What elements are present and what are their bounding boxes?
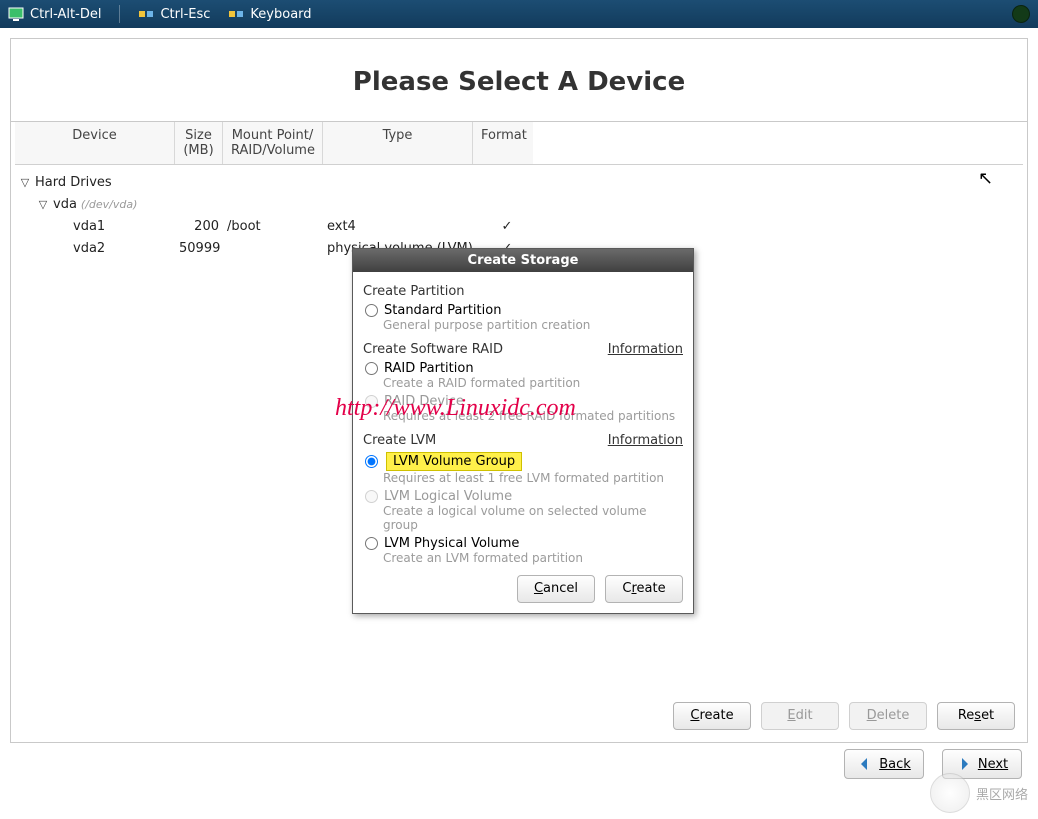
device-table: Device Size (MB) Mount Point/ RAID/Volum… <box>11 122 1027 259</box>
table-headers: Device Size (MB) Mount Point/ RAID/Volum… <box>15 122 1023 165</box>
radio-raid-partition[interactable]: RAID Partition <box>365 361 683 376</box>
radio-subtext: General purpose partition creation <box>383 318 683 332</box>
keys-icon <box>228 6 244 22</box>
watermark-label: 黑区网络 <box>976 784 1028 803</box>
next-label: Next <box>978 757 1008 772</box>
information-link[interactable]: Information <box>608 433 683 448</box>
back-label: Back <box>879 757 911 772</box>
section-label: Create Partition <box>363 284 465 299</box>
radio-subtext: Create a RAID formated partition <box>383 376 683 390</box>
arrow-left-icon <box>857 756 873 772</box>
arrow-right-icon <box>956 756 972 772</box>
radio-standard-partition[interactable]: Standard Partition <box>365 303 683 318</box>
information-link[interactable]: Information <box>608 342 683 357</box>
separator <box>119 5 120 23</box>
radio-label: LVM Volume Group <box>386 452 522 471</box>
monitor-icon <box>8 6 24 22</box>
col-type[interactable]: Type <box>323 122 473 164</box>
radio-raid-device: RAID Device <box>365 394 683 409</box>
tree-label: vda <box>53 197 77 212</box>
dialog-title: Create Storage <box>353 249 693 272</box>
col-mount[interactable]: Mount Point/ RAID/Volume <box>223 122 323 164</box>
keys-icon <box>138 6 154 22</box>
col-size[interactable]: Size (MB) <box>175 122 223 164</box>
col-format[interactable]: Format <box>473 122 533 164</box>
radio-input[interactable] <box>365 362 378 375</box>
section-create-raid: Create Software RAID Information <box>363 336 683 357</box>
edit-button: Edit <box>761 702 839 730</box>
vm-toolbar: Ctrl-Alt-Del Ctrl-Esc Keyboard <box>0 0 1038 28</box>
cancel-button[interactable]: Cancel <box>517 575 595 603</box>
dialog-buttons: Cancel Create <box>363 575 683 603</box>
radio-input[interactable] <box>365 537 378 550</box>
radio-input[interactable] <box>365 304 378 317</box>
page-title: Please Select A Device <box>11 39 1027 122</box>
partition-size: 200 <box>179 219 227 234</box>
expander-icon[interactable]: ▽ <box>19 176 31 189</box>
radio-label: RAID Device <box>384 394 464 409</box>
create-storage-dialog: Create Storage Create Partition Standard… <box>352 248 694 614</box>
radio-lvm-logical-volume: LVM Logical Volume <box>365 489 683 504</box>
radio-label: LVM Physical Volume <box>384 536 519 551</box>
status-sphere-icon <box>1012 5 1030 23</box>
tree-vda1[interactable]: vda1 200 /boot ext4 ✓ <box>19 215 1019 237</box>
radio-label: Standard Partition <box>384 303 501 318</box>
device-tree: ▽ Hard Drives ▽ vda (/dev/vda) vda1 200 /b… <box>15 165 1023 259</box>
partition-name: vda1 <box>73 219 105 234</box>
tree-label: Hard Drives <box>35 175 112 190</box>
section-create-lvm: Create LVM Information <box>363 427 683 448</box>
radio-input <box>365 395 378 408</box>
radio-subtext: Requires at least 1 free LVM formated pa… <box>383 471 683 485</box>
expander-icon[interactable]: ▽ <box>37 198 49 211</box>
radio-label: LVM Logical Volume <box>384 489 512 504</box>
radio-subtext: Requires at least 2 free RAID formated p… <box>383 409 683 423</box>
radio-input <box>365 490 378 503</box>
partition-size: 50999 <box>179 241 227 256</box>
section-label: Create Software RAID <box>363 342 503 357</box>
main-buttons: Create Edit Delete Reset <box>673 702 1015 730</box>
mushroom-icon <box>930 773 970 813</box>
checkmark-icon: ✓ <box>477 219 537 234</box>
delete-button: Delete <box>849 702 927 730</box>
create-button[interactable]: Create <box>673 702 751 730</box>
nav-buttons: Back Next <box>844 749 1022 779</box>
device-path: (/dev/vda) <box>81 198 138 211</box>
section-label: Create LVM <box>363 433 436 448</box>
toolbar-ctrl-esc[interactable]: Ctrl-Esc <box>138 6 210 22</box>
next-button[interactable]: Next <box>942 749 1022 779</box>
dialog-create-button[interactable]: Create <box>605 575 683 603</box>
radio-input[interactable] <box>365 455 378 468</box>
tree-hard-drives[interactable]: ▽ Hard Drives <box>19 171 1019 193</box>
radio-lvm-volume-group[interactable]: LVM Volume Group <box>365 452 683 471</box>
bottom-watermark: 黑区网络 <box>930 773 1028 813</box>
back-button[interactable]: Back <box>844 749 924 779</box>
toolbar-label: Ctrl-Esc <box>160 7 210 22</box>
partition-mount: /boot <box>227 219 327 234</box>
radio-subtext: Create an LVM formated partition <box>383 551 683 565</box>
dialog-body: Create Partition Standard Partition Gene… <box>353 272 693 613</box>
section-create-partition: Create Partition <box>363 278 683 299</box>
partition-type: ext4 <box>327 219 477 234</box>
tree-vda[interactable]: ▽ vda (/dev/vda) <box>19 193 1019 215</box>
radio-lvm-physical-volume[interactable]: LVM Physical Volume <box>365 536 683 551</box>
toolbar-label: Ctrl-Alt-Del <box>30 7 101 22</box>
radio-label: RAID Partition <box>384 361 474 376</box>
radio-subtext: Create a logical volume on selected volu… <box>383 504 683 532</box>
partition-name: vda2 <box>73 241 105 256</box>
toolbar-keyboard[interactable]: Keyboard <box>228 6 311 22</box>
col-device[interactable]: Device <box>15 122 175 164</box>
toolbar-ctrl-alt-del[interactable]: Ctrl-Alt-Del <box>8 6 101 22</box>
toolbar-label: Keyboard <box>250 7 311 22</box>
reset-button[interactable]: Reset <box>937 702 1015 730</box>
